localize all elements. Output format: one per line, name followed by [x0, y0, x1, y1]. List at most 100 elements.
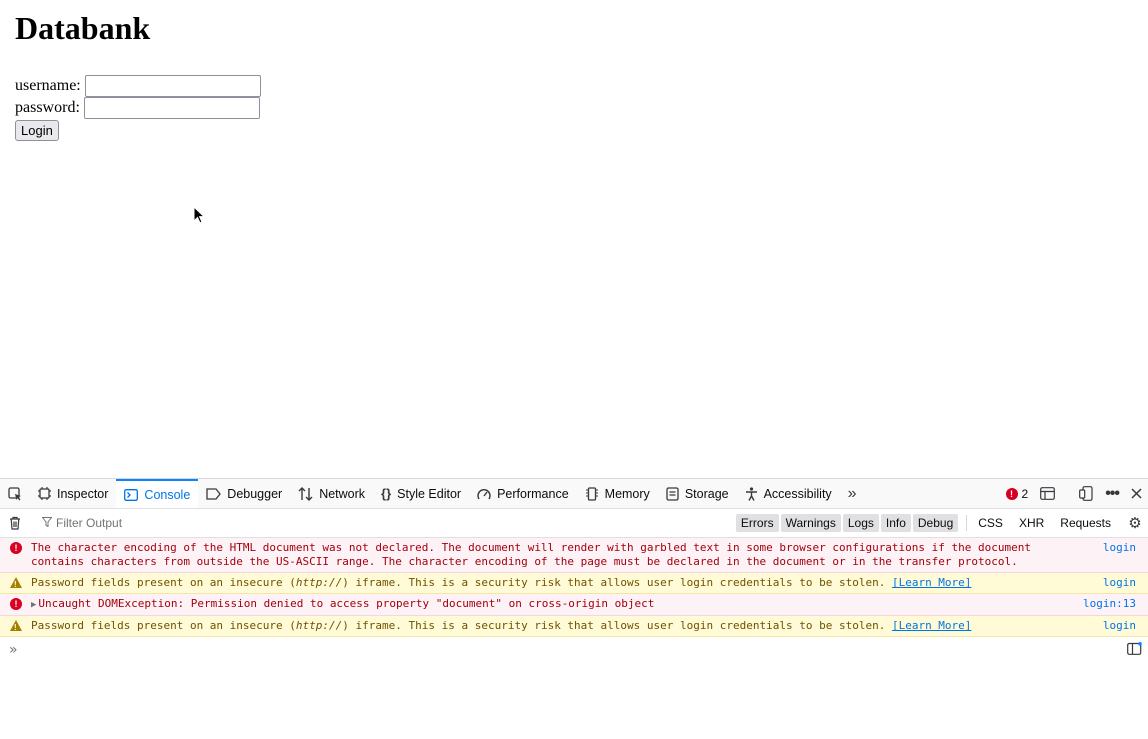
filter-output-input[interactable]: Filter Output: [42, 516, 122, 530]
message-text: ) iframe. This is a security risk that a…: [342, 576, 892, 589]
filter-placeholder: Filter Output: [56, 516, 122, 530]
tab-label: Storage: [685, 487, 729, 501]
tab-storage[interactable]: Storage: [658, 479, 737, 508]
username-row: username:: [15, 75, 261, 97]
message-text-italic: http://: [296, 576, 342, 589]
username-label: username:: [15, 77, 81, 95]
learn-more-link[interactable]: [Learn More]: [892, 576, 971, 589]
error-icon: !: [10, 542, 22, 554]
tab-label: Accessibility: [764, 487, 832, 501]
accessibility-icon: [745, 487, 758, 501]
options-menu-button[interactable]: •••: [1099, 479, 1125, 508]
element-picker-icon: [8, 487, 22, 501]
storage-icon: [666, 487, 679, 501]
console-prompt-icon: »: [9, 642, 18, 658]
tab-label: Style Editor: [397, 487, 461, 501]
page-title: Databank: [15, 10, 150, 47]
filter-requests-button[interactable]: Requests: [1055, 514, 1116, 532]
filter-warnings-button[interactable]: Warnings: [781, 514, 841, 532]
editor-mode-toggle-button[interactable]: [1127, 642, 1142, 658]
message-source-link[interactable]: login: [1103, 541, 1136, 555]
message-text: ) iframe. This is a security risk that a…: [342, 619, 892, 632]
filter-xhr-button[interactable]: XHR: [1014, 514, 1049, 532]
toolbox-controls: ! 2 •••: [1000, 479, 1148, 508]
message-source-link[interactable]: login: [1103, 576, 1136, 590]
message-text: Uncaught DOMException: Permission denied…: [38, 597, 654, 610]
debugger-icon: [206, 488, 221, 500]
password-label: password:: [15, 99, 80, 117]
expand-triangle-icon[interactable]: ▶: [31, 598, 36, 612]
error-count-badge[interactable]: ! 2: [1000, 479, 1035, 508]
close-icon: [1131, 488, 1142, 499]
tab-label: Memory: [605, 487, 650, 501]
tab-label: Debugger: [227, 487, 282, 501]
learn-more-link[interactable]: [Learn More]: [892, 619, 971, 632]
tab-style-editor[interactable]: {} Style Editor: [373, 479, 469, 508]
console-output: ! The character encoding of the HTML doc…: [0, 538, 1148, 637]
message-text: Password fields present on an insecure (: [31, 619, 296, 632]
tab-label: Inspector: [57, 487, 108, 501]
filter-debug-button[interactable]: Debug: [913, 514, 958, 532]
message-source-link[interactable]: login: [1103, 619, 1136, 633]
devtools-panel: Inspector Console Debugger Network {} St…: [0, 478, 1148, 739]
password-row: password:: [15, 97, 260, 119]
console-message-error[interactable]: ! ▶Uncaught DOMException: Permission den…: [0, 594, 1148, 616]
style-editor-icon: {}: [381, 486, 391, 501]
close-devtools-button[interactable]: [1125, 479, 1148, 508]
console-settings-button[interactable]: ⚙: [1122, 514, 1148, 532]
memory-icon: [585, 487, 599, 501]
console-message-error[interactable]: ! The character encoding of the HTML doc…: [0, 538, 1148, 573]
error-icon: !: [1006, 488, 1018, 500]
editor-mode-icon: [1127, 642, 1142, 655]
filter-errors-button[interactable]: Errors: [736, 514, 779, 532]
tab-label: Network: [319, 487, 365, 501]
filter-info-button[interactable]: Info: [881, 514, 911, 532]
tab-memory[interactable]: Memory: [577, 479, 658, 508]
console-icon: [124, 489, 138, 501]
performance-icon: [477, 488, 491, 500]
more-tools-button[interactable]: »: [840, 479, 871, 508]
filter-buttons: Errors Warnings Logs Info Debug CSS XHR …: [736, 509, 1148, 537]
message-source-link[interactable]: login:13: [1083, 597, 1136, 611]
error-icon: !: [10, 598, 22, 610]
tab-label: Console: [144, 488, 190, 502]
element-picker-button[interactable]: [0, 479, 30, 508]
double-chevron-right-icon: »: [848, 485, 857, 503]
password-input[interactable]: [84, 97, 260, 119]
tab-accessibility[interactable]: Accessibility: [737, 479, 840, 508]
username-input[interactable]: [85, 75, 261, 97]
responsive-design-icon: [1079, 486, 1093, 501]
tab-debugger[interactable]: Debugger: [198, 479, 290, 508]
gear-icon: ⚙: [1128, 514, 1141, 532]
tab-label: Performance: [497, 487, 569, 501]
message-text: The character encoding of the HTML docum…: [31, 541, 1031, 568]
filter-css-button[interactable]: CSS: [973, 514, 1008, 532]
tab-inspector[interactable]: Inspector: [30, 479, 116, 508]
filter-icon: [42, 517, 52, 530]
error-count: 2: [1022, 487, 1029, 501]
page-content: Databank username: password: Login: [0, 0, 1148, 478]
console-message-warning[interactable]: Password fields present on an insecure (…: [0, 573, 1148, 594]
trash-icon: [9, 516, 21, 530]
message-text: Password fields present on an insecure (: [31, 576, 296, 589]
devtools-toolbar: Inspector Console Debugger Network {} St…: [0, 479, 1148, 509]
split-console-button[interactable]: [1034, 479, 1061, 508]
mouse-cursor-icon: [193, 206, 205, 225]
message-text-italic: http://: [296, 619, 342, 632]
warning-icon: [10, 577, 22, 588]
network-icon: [298, 487, 313, 501]
filter-logs-button[interactable]: Logs: [843, 514, 879, 532]
clear-console-button[interactable]: [0, 516, 30, 530]
login-button[interactable]: Login: [15, 120, 59, 141]
console-input-row[interactable]: »: [0, 637, 1148, 663]
divider: [966, 515, 967, 531]
tab-network[interactable]: Network: [290, 479, 373, 508]
inspector-icon: [38, 487, 51, 500]
tab-console[interactable]: Console: [116, 479, 198, 508]
tab-performance[interactable]: Performance: [469, 479, 577, 508]
split-console-icon: [1040, 487, 1055, 500]
console-message-warning[interactable]: Password fields present on an insecure (…: [0, 616, 1148, 637]
more-options-icon: •••: [1105, 485, 1119, 503]
responsive-design-button[interactable]: [1073, 479, 1099, 508]
console-filter-bar: Filter Output Errors Warnings Logs Info …: [0, 509, 1148, 538]
